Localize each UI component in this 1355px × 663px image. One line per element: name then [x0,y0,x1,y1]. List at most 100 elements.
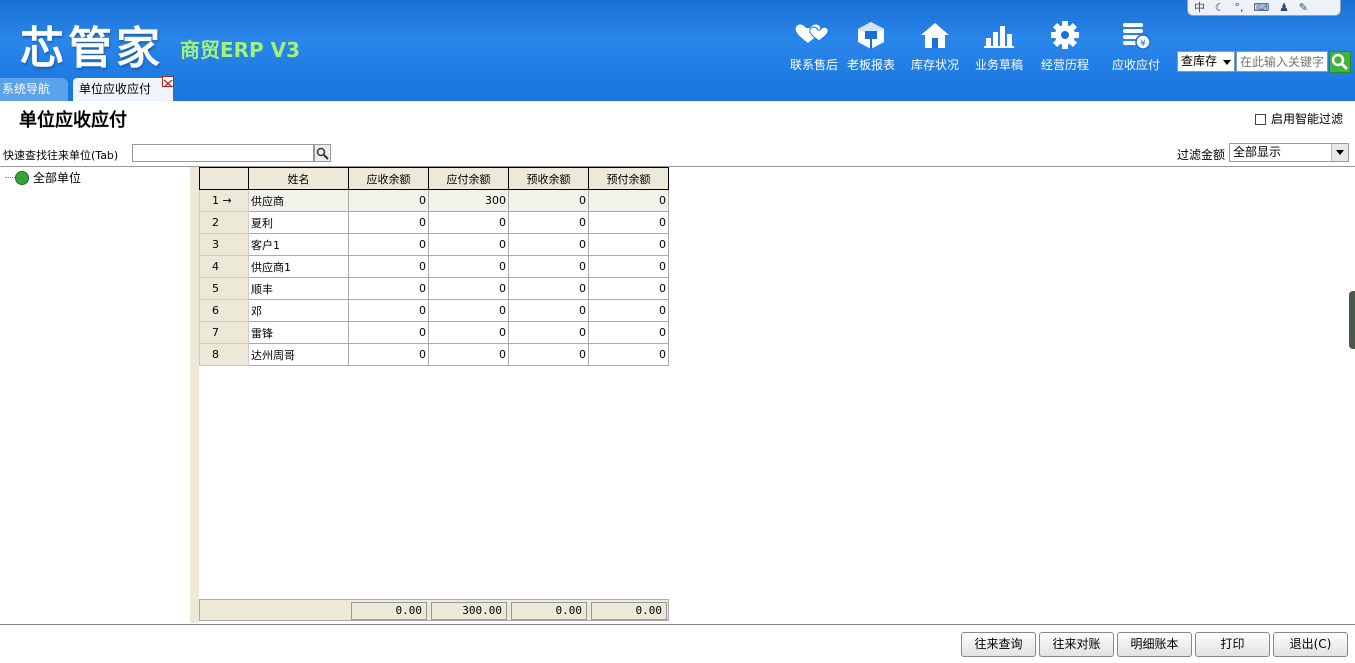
pp-cell[interactable]: 0 [588,299,669,322]
smart-filter-label: 启用智能过滤 [1271,112,1344,126]
keyboard-icon[interactable]: ⌨ [1253,1,1269,15]
pp-cell[interactable]: 0 [588,277,669,300]
quick-find-input[interactable] [132,144,314,162]
close-tab-button[interactable] [162,76,174,88]
row-number: 8 [199,343,249,366]
table-row[interactable]: 8 达州周哥 0 0 0 0 [199,343,669,366]
ime-mode[interactable]: 中 [1194,1,1205,15]
ar-cell[interactable]: 0 [348,211,429,234]
punct-icon[interactable]: °, [1235,1,1244,15]
side-panel-handle[interactable] [1349,291,1355,349]
row-number: 4 [199,255,249,278]
heart-icon [795,24,829,43]
pp-cell[interactable]: 0 [588,255,669,278]
exit-button[interactable]: 退出(C) [1273,632,1348,657]
nav-label: 应收应付 [1111,58,1160,72]
pp-cell[interactable]: 0 [588,321,669,344]
nav-label: 经营历程 [1040,58,1089,72]
column-header[interactable]: 应付余额 [428,167,509,190]
print-button[interactable]: 打印 [1195,632,1270,657]
column-header[interactable]: 姓名 [248,167,349,190]
ar-cell[interactable]: 0 [348,277,429,300]
table-row[interactable]: 3 客户1 0 0 0 0 [199,233,669,256]
tree-item-all-units[interactable]: 全部单位 [5,169,81,186]
account-query-button[interactable]: 往来查询 [961,632,1036,657]
name-cell[interactable]: 供应商1 [248,255,349,278]
ar-cell[interactable]: 0 [348,233,429,256]
user-icon[interactable]: ♟ [1279,1,1289,15]
table-row[interactable]: 4 供应商1 0 0 0 0 [199,255,669,278]
tab-system-nav[interactable]: 系统导航 [0,78,68,101]
nav-drafts[interactable]: 业务草稿 [969,20,1029,73]
ap-cell[interactable]: 0 [428,277,509,300]
ime-toolbar[interactable]: 中 ☾ °, ⌨ ♟ ✎ [1187,0,1341,16]
ar-cell[interactable]: 0 [348,189,429,212]
ap-cell[interactable]: 0 [428,211,509,234]
ap-cell[interactable]: 300 [428,189,509,212]
table-row[interactable]: 5 顺丰 0 0 0 0 [199,277,669,300]
name-cell[interactable]: 供应商 [248,189,349,212]
ledger-button[interactable]: 明细账本 [1117,632,1192,657]
tab-receivable-payable[interactable]: 单位应收应付 [73,78,173,101]
ar-cell[interactable]: 0 [348,321,429,344]
table-row[interactable]: 7 雷锋 0 0 0 0 [199,321,669,344]
nav-boss-report[interactable]: 老板报表 [841,20,901,73]
amount-filter-select[interactable]: 全部显示 [1229,143,1349,162]
moon-icon[interactable]: ☾ [1215,1,1225,15]
table-row[interactable]: 6 邓 0 0 0 0 [199,299,669,322]
svg-text:¥: ¥ [1140,39,1146,49]
row-number: 5 [199,277,249,300]
account-reconcile-button[interactable]: 往来对账 [1039,632,1114,657]
table-row[interactable]: 2 夏利 0 0 0 0 [199,211,669,234]
nav-label: 老板报表 [846,58,895,72]
ap-cell[interactable]: 0 [428,321,509,344]
column-header[interactable]: 预收余额 [508,167,589,190]
table-row[interactable]: 1 → 供应商 0 300 0 0 [199,189,669,212]
pr-cell[interactable]: 0 [508,321,589,344]
checkbox-box[interactable] [1255,114,1266,125]
name-cell[interactable]: 夏利 [248,211,349,234]
keyword-search-input[interactable] [1236,51,1328,72]
tree-item-label: 全部单位 [33,171,82,185]
pr-cell[interactable]: 0 [508,343,589,366]
unit-tree: 全部单位 [0,167,189,623]
name-cell[interactable]: 达州周哥 [248,343,349,366]
nav-stock-status[interactable]: 库存状况 [905,20,965,73]
row-number: 1 → [199,189,249,212]
wrench-icon[interactable]: ✎ [1299,1,1308,15]
ar-cell[interactable]: 0 [348,343,429,366]
nav-after-sales[interactable]: 联系售后 [784,20,844,73]
pp-cell[interactable]: 0 [588,343,669,366]
ap-cell[interactable]: 0 [428,343,509,366]
ap-cell[interactable]: 0 [428,299,509,322]
dropdown-button[interactable] [1331,144,1348,161]
name-cell[interactable]: 雷锋 [248,321,349,344]
pr-cell[interactable]: 0 [508,233,589,256]
pr-cell[interactable]: 0 [508,299,589,322]
pp-cell[interactable]: 0 [588,211,669,234]
pr-cell[interactable]: 0 [508,189,589,212]
pr-cell[interactable]: 0 [508,255,589,278]
gear-icon [1051,21,1079,49]
pp-cell[interactable]: 0 [588,233,669,256]
name-cell[interactable]: 邓 [248,299,349,322]
search-button[interactable] [1329,51,1351,73]
search-type-select[interactable]: 查库存 [1177,51,1235,72]
pr-cell[interactable]: 0 [508,211,589,234]
ar-cell[interactable]: 0 [348,299,429,322]
nav-receivable-payable[interactable]: ¥ 应收应付 [1106,20,1166,73]
nav-history[interactable]: 经营历程 [1035,20,1095,73]
pp-cell[interactable]: 0 [588,189,669,212]
quick-find-button[interactable] [314,144,331,162]
ap-cell[interactable]: 0 [428,255,509,278]
name-cell[interactable]: 客户1 [248,233,349,256]
balance-grid: 姓名 应收余额 应付余额 预收余额 预付余额 1 → 供应商 0 300 0 0… [199,167,1355,623]
name-cell[interactable]: 顺丰 [248,277,349,300]
splitter[interactable] [189,167,199,623]
smart-filter-checkbox[interactable]: 启用智能过滤 [1255,110,1343,127]
ar-cell[interactable]: 0 [348,255,429,278]
column-header[interactable]: 应收余额 [348,167,429,190]
pr-cell[interactable]: 0 [508,277,589,300]
column-header[interactable]: 预付余额 [588,167,669,190]
ap-cell[interactable]: 0 [428,233,509,256]
